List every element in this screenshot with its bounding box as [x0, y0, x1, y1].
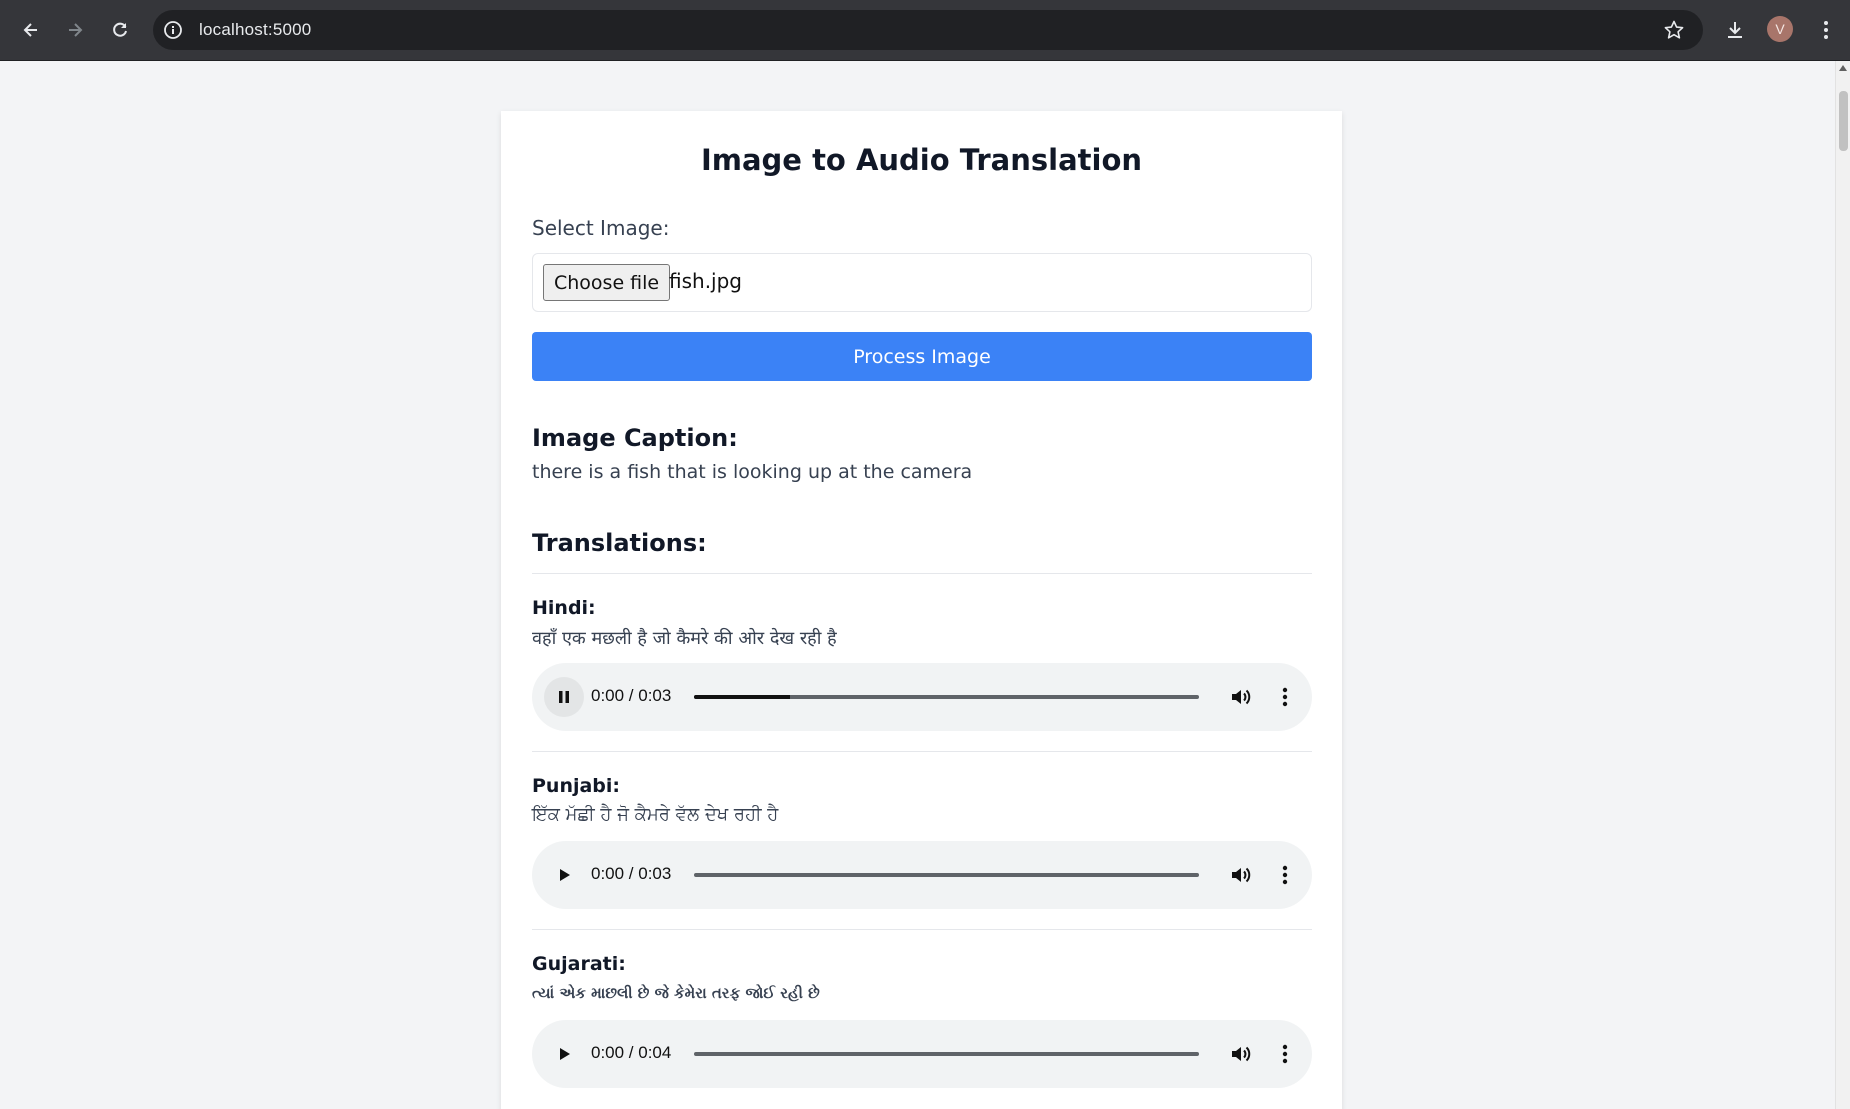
selected-file-name: fish.jpg	[669, 269, 742, 293]
process-image-button[interactable]: Process Image	[532, 332, 1312, 381]
audio-player-gujarati[interactable]: 0:00 / 0:04	[532, 1020, 1312, 1088]
star-icon[interactable]	[1663, 19, 1685, 45]
translation-language-gujarati: Gujarati:	[532, 953, 626, 975]
translations-heading: Translations:	[532, 529, 707, 557]
url-text[interactable]: localhost:5000	[199, 20, 311, 40]
audio-time: 0:00 / 0:04	[591, 1043, 672, 1062]
audio-progress-bar[interactable]	[694, 873, 1199, 877]
scroll-up-icon[interactable]	[1839, 65, 1847, 71]
translation-language-hindi: Hindi:	[532, 597, 596, 619]
audio-player-hindi[interactable]: 0:00 / 0:03	[532, 663, 1312, 731]
file-input[interactable]: Choose file fish.jpg	[532, 253, 1312, 312]
back-icon[interactable]	[14, 13, 48, 47]
address-bar[interactable]: localhost:5000	[153, 10, 1703, 50]
caption-heading: Image Caption:	[532, 424, 738, 452]
reload-icon[interactable]	[103, 13, 137, 47]
volume-icon[interactable]	[1228, 1041, 1254, 1067]
main-card: Image to Audio Translation Select Image:…	[501, 111, 1342, 1109]
more-options-icon[interactable]	[1272, 684, 1298, 710]
divider	[532, 751, 1312, 752]
kebab-menu-icon[interactable]	[1809, 13, 1843, 47]
audio-time: 0:00 / 0:03	[591, 686, 672, 705]
translation-text-punjabi: ਇੱਕ ਮੱਛੀ ਹੈ ਜੋ ਕੈਮਰੇ ਵੱਲ ਦੇਖ ਰਹੀ ਹੈ	[532, 804, 779, 825]
forward-icon[interactable]	[58, 13, 92, 47]
volume-icon[interactable]	[1228, 862, 1254, 888]
download-icon[interactable]	[1718, 13, 1752, 47]
audio-time: 0:00 / 0:03	[591, 864, 672, 883]
translation-text-hindi: वहाँ एक मछली है जो कैमरे की ओर देख रही ह…	[532, 628, 837, 649]
caption-text: there is a fish that is looking up at th…	[532, 461, 973, 483]
avatar[interactable]: V	[1767, 16, 1793, 42]
more-options-icon[interactable]	[1272, 862, 1298, 888]
info-icon[interactable]	[163, 20, 183, 40]
audio-progress-bar[interactable]	[694, 1052, 1199, 1056]
page-scrollbar[interactable]	[1835, 61, 1850, 1109]
divider	[532, 573, 1312, 574]
play-icon[interactable]	[544, 1034, 584, 1074]
volume-icon[interactable]	[1228, 684, 1254, 710]
select-image-label: Select Image:	[532, 216, 670, 240]
more-options-icon[interactable]	[1272, 1041, 1298, 1067]
audio-player-punjabi[interactable]: 0:00 / 0:03	[532, 841, 1312, 909]
audio-progress-bar[interactable]	[694, 695, 1199, 699]
pause-icon[interactable]	[544, 677, 584, 717]
translation-language-punjabi: Punjabi:	[532, 775, 621, 797]
translation-text-gujarati: ત્યાં એક માછલી છે જે કેમેરા તરફ જોઈ રહી …	[532, 984, 820, 1002]
play-icon[interactable]	[544, 855, 584, 895]
scrollbar-thumb[interactable]	[1839, 91, 1848, 151]
page-title: Image to Audio Translation	[700, 143, 1143, 177]
choose-file-button[interactable]: Choose file	[543, 264, 671, 301]
divider	[532, 929, 1312, 930]
browser-toolbar: localhost:5000 V	[0, 0, 1850, 61]
page-viewport: Image to Audio Translation Select Image:…	[3, 61, 1835, 1109]
